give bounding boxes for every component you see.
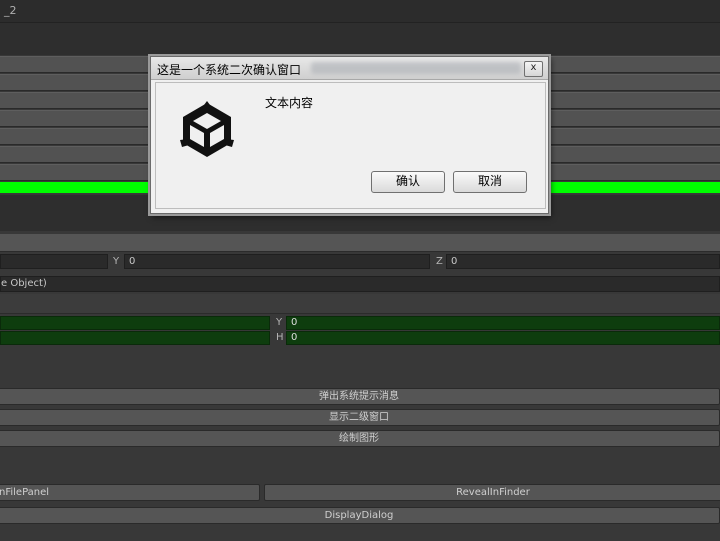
section-row (0, 234, 720, 252)
dialog-message: 文本内容 (265, 96, 314, 110)
display-dialog-button[interactable]: DisplayDialog (0, 507, 720, 524)
unity-logo-icon (180, 101, 234, 157)
object-field[interactable]: e Object) (0, 276, 720, 292)
spacer-area (0, 527, 720, 541)
window-title-bar: _2 (0, 0, 720, 23)
rect-x-field[interactable] (0, 316, 270, 330)
cancel-button[interactable]: 取消 (453, 171, 527, 193)
draw-shape-button[interactable]: 绘制图形 (0, 430, 720, 447)
dialog-body: 文本内容 确认 取消 (155, 82, 546, 209)
rect-h-label: H (276, 332, 284, 343)
close-icon[interactable]: x (524, 61, 543, 77)
rect-y-label: Y (276, 317, 283, 328)
spacer-area (0, 450, 720, 482)
ok-button[interactable]: 确认 (371, 171, 445, 193)
vector3-y-field[interactable]: 0 (124, 254, 430, 269)
reveal-in-finder-button[interactable]: RevealInFinder (264, 484, 720, 501)
dialog-title-blur (311, 62, 521, 74)
dialog-title-bar[interactable]: 这是一个系统二次确认窗口 x (151, 57, 548, 80)
vector3-z-field[interactable]: 0 (446, 254, 720, 269)
vector3-x-field[interactable] (0, 254, 108, 269)
vector3-y-label: Y (113, 256, 120, 267)
open-file-panel-button[interactable]: nFilePanel (0, 484, 260, 501)
rect-h-field[interactable]: 0 (286, 331, 720, 345)
rect-y-field[interactable]: 0 (286, 316, 720, 330)
window-title: _2 (4, 4, 17, 17)
show-second-window-button[interactable]: 显示二级窗口 (0, 409, 720, 426)
spacer-area (0, 348, 720, 386)
show-system-tip-button[interactable]: 弹出系统提示消息 (0, 388, 720, 405)
dialog-title: 这是一个系统二次确认窗口 (157, 63, 302, 77)
spacer-row (0, 294, 720, 314)
confirm-dialog: 这是一个系统二次确认窗口 x 文本内容 确认 取消 (150, 56, 549, 214)
toolbar-area (0, 23, 720, 55)
vector3-z-label: Z (436, 256, 443, 267)
rect-w-field[interactable] (0, 331, 270, 345)
